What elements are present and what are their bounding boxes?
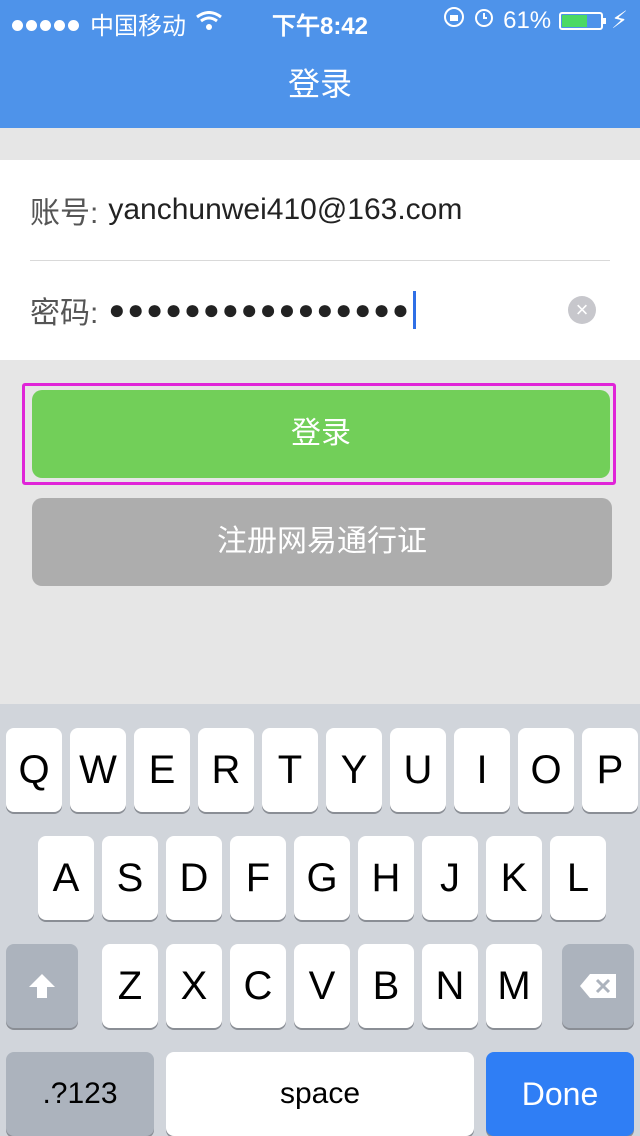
nav-title: 登录 xyxy=(0,40,640,128)
text-caret xyxy=(412,291,416,329)
account-label: 账号: xyxy=(30,197,99,230)
key-e[interactable]: E xyxy=(134,728,190,812)
shift-key[interactable] xyxy=(6,944,78,1028)
key-l[interactable]: L xyxy=(550,836,606,920)
battery-icon xyxy=(559,11,607,30)
battery-percent: 61% xyxy=(503,6,552,34)
key-z[interactable]: Z xyxy=(102,944,158,1028)
key-f[interactable]: F xyxy=(230,836,286,920)
key-o[interactable]: O xyxy=(518,728,574,812)
status-bar: 中国移动 下午8:42 61% ⚡ xyxy=(0,0,640,40)
key-d[interactable]: D xyxy=(166,836,222,920)
key-j[interactable]: J xyxy=(422,836,478,920)
rotation-lock-icon xyxy=(443,6,465,35)
key-x[interactable]: X xyxy=(166,944,222,1028)
login-form: 账号: yanchunwei410@163.com 密码: ●●●●●●●●●●… xyxy=(0,160,640,360)
account-input[interactable]: yanchunwei410@163.com xyxy=(108,193,462,227)
numbers-key[interactable]: .?123 xyxy=(6,1052,154,1136)
key-a[interactable]: A xyxy=(38,836,94,920)
key-y[interactable]: Y xyxy=(326,728,382,812)
key-p[interactable]: P xyxy=(582,728,638,812)
key-n[interactable]: N xyxy=(422,944,478,1028)
key-w[interactable]: W xyxy=(70,728,126,812)
key-h[interactable]: H xyxy=(358,836,414,920)
password-input[interactable]: ●●●●●●●●●●●●●●●● xyxy=(108,294,411,326)
password-label: 密码: xyxy=(30,297,99,330)
key-v[interactable]: V xyxy=(294,944,350,1028)
login-button[interactable]: 登录 xyxy=(32,390,610,478)
key-m[interactable]: M xyxy=(486,944,542,1028)
key-u[interactable]: U xyxy=(390,728,446,812)
clear-icon[interactable]: × xyxy=(568,296,596,324)
password-row[interactable]: 密码: ●●●●●●●●●●●●●●●● × xyxy=(30,260,610,360)
key-i[interactable]: I xyxy=(454,728,510,812)
register-button[interactable]: 注册网易通行证 xyxy=(32,498,612,586)
space-key[interactable]: space xyxy=(166,1052,474,1136)
done-key[interactable]: Done xyxy=(486,1052,634,1136)
status-right: 61% ⚡ xyxy=(435,6,628,35)
key-q[interactable]: Q xyxy=(6,728,62,812)
key-t[interactable]: T xyxy=(262,728,318,812)
key-k[interactable]: K xyxy=(486,836,542,920)
charging-icon: ⚡ xyxy=(611,7,628,34)
key-r[interactable]: R xyxy=(198,728,254,812)
key-s[interactable]: S xyxy=(102,836,158,920)
key-c[interactable]: C xyxy=(230,944,286,1028)
key-b[interactable]: B xyxy=(358,944,414,1028)
backspace-key[interactable] xyxy=(562,944,634,1028)
alarm-icon xyxy=(473,6,495,35)
account-row[interactable]: 账号: yanchunwei410@163.com xyxy=(30,160,610,261)
keyboard: Q W E R T Y U I O P A S D F G H J K L Z … xyxy=(0,704,640,1136)
key-g[interactable]: G xyxy=(294,836,350,920)
